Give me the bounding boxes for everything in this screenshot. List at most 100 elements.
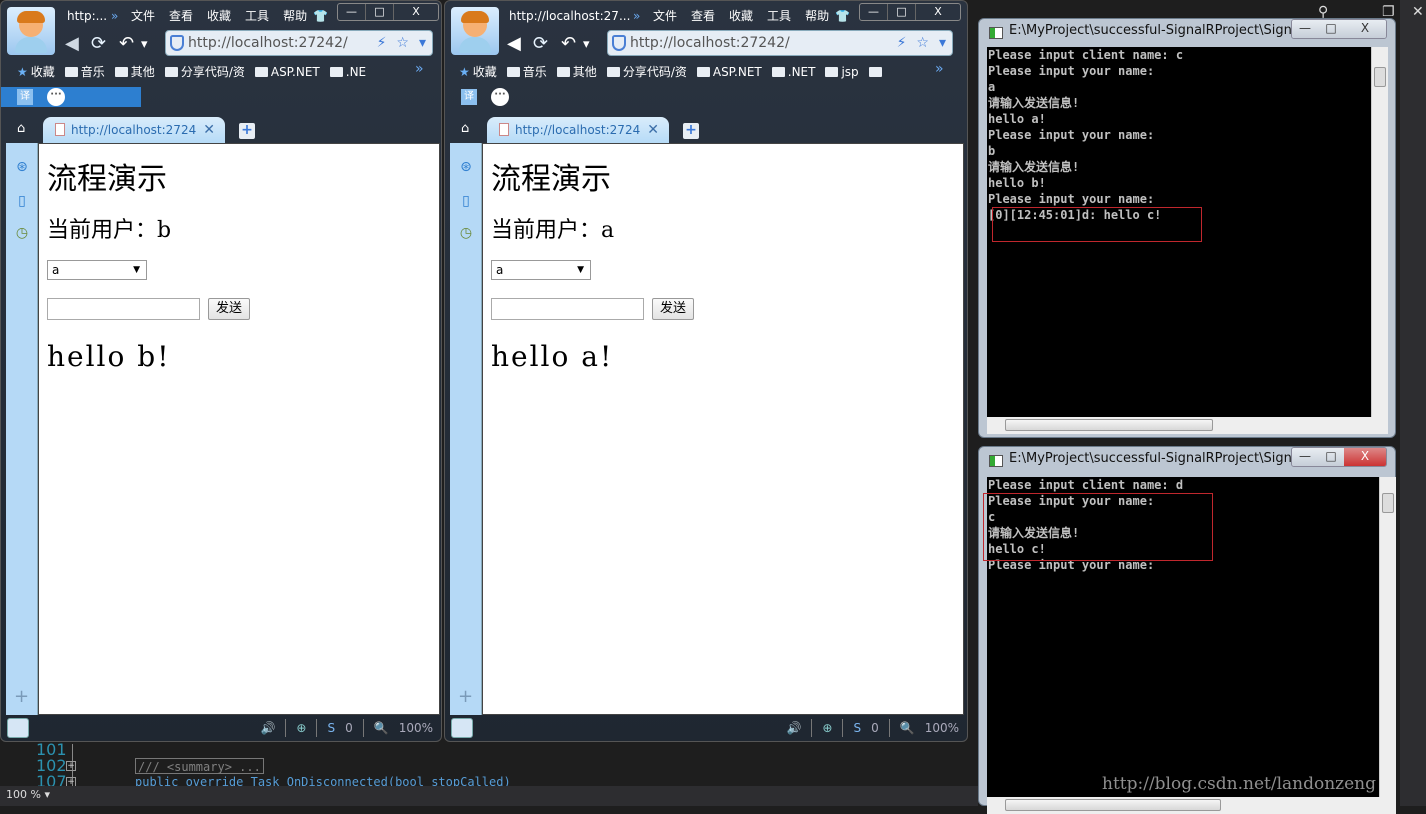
bookmark-folder[interactable]: 其他 [114,63,155,80]
new-tab-button[interactable]: + [683,123,699,139]
security-s-icon[interactable]: S [327,721,335,735]
more-icon[interactable]: ··· [47,88,65,106]
zoom-level[interactable]: 100% [925,721,959,735]
menu-favorites[interactable]: 收藏 [205,7,233,24]
collapsed-summary[interactable]: /// <summary> ... [135,758,264,774]
refresh-icon[interactable]: ⟳ [91,33,106,54]
minimize-button[interactable]: — [1292,20,1318,38]
bookmark-folder[interactable]: 分享代码/资 [164,63,245,80]
menu-favorites[interactable]: 收藏 [727,7,755,24]
star-icon[interactable]: ☆ [916,31,929,55]
send-button[interactable]: 发送 [652,298,694,320]
message-input[interactable] [491,298,644,320]
maximize-button[interactable]: □ [888,4,916,20]
user-avatar[interactable] [451,7,499,55]
recipient-select[interactable]: a ▼ [47,260,147,280]
bookmark-folder[interactable]: .NE [329,63,366,80]
address-bar[interactable]: http://localhost:27242/ ⚡ ☆ ▾ [607,30,953,56]
bookmark-folder[interactable]: ASP.NET [254,63,320,80]
back-icon[interactable]: ◀ [65,33,79,54]
zoom-level[interactable]: 100% [399,721,433,735]
menu-file[interactable]: 文件 [651,7,679,24]
url-text[interactable]: http://localhost:27242/ [188,35,348,51]
translate-icon[interactable]: 译 [461,89,477,105]
menu-view[interactable]: 查看 [689,7,717,24]
bookmark-folder[interactable]: ASP.NET [696,63,762,80]
mobile-icon[interactable]: ▯ [458,193,474,209]
menu-help[interactable]: 帮助 [803,7,831,24]
maximize-button[interactable]: □ [366,4,394,20]
tab-close-icon[interactable]: ✕ [203,117,215,143]
sidebar-toggle-icon[interactable] [7,718,29,738]
dropdown-icon[interactable]: ▾ [583,37,590,52]
vertical-scrollbar[interactable] [1371,47,1388,417]
add-icon[interactable]: + [458,686,473,707]
screenshot-icon[interactable]: ⊕ [296,721,306,735]
scroll-thumb[interactable] [1382,493,1394,513]
vertical-scrollbar[interactable] [1379,477,1396,797]
recipient-select[interactable]: a ▼ [491,260,591,280]
chevron-icon[interactable]: » [111,9,118,23]
dropdown-icon[interactable]: ▾ [141,37,148,52]
skin-icon[interactable]: 👕 [835,9,850,23]
url-text[interactable]: http://localhost:27242/ [630,35,790,51]
dropdown-icon[interactable]: ▾ [419,31,426,55]
favorites-icon[interactable]: ⊛ [14,159,30,175]
maximize-button[interactable]: □ [1318,20,1344,38]
menu-view[interactable]: 查看 [167,7,195,24]
chevron-icon[interactable]: » [633,9,640,23]
minimize-button[interactable]: — [860,4,888,20]
expand-icon[interactable]: + [66,761,76,771]
home-icon[interactable]: ⌂ [17,121,25,136]
bookmark-folder[interactable] [868,63,882,80]
horizontal-scrollbar[interactable] [987,417,1388,434]
speed-icon[interactable]: ⚡ [377,31,387,55]
favorites-icon[interactable]: ⊛ [458,159,474,175]
undo-icon[interactable]: ↶ [119,33,134,54]
history-clock-icon[interactable]: ◷ [458,225,474,241]
more-icon[interactable]: ··· [491,88,509,106]
bookmark-favorites[interactable]: ★ 收藏 [459,63,497,80]
new-tab-button[interactable]: + [239,123,255,139]
close-button[interactable]: X [1344,20,1386,38]
volume-icon[interactable]: 🔊 [786,721,801,735]
bookmark-folder[interactable]: jsp [825,63,859,80]
translate-icon[interactable]: 译 [17,89,33,105]
zoom-icon[interactable]: 🔍 [374,721,389,735]
scroll-thumb[interactable] [1005,799,1221,811]
close-button[interactable]: X [394,4,438,20]
bookmarks-more-icon[interactable]: » [935,61,944,77]
menu-file[interactable]: 文件 [129,7,157,24]
mobile-icon[interactable]: ▯ [14,193,30,209]
volume-icon[interactable]: 🔊 [260,721,275,735]
history-clock-icon[interactable]: ◷ [14,225,30,241]
minimize-button[interactable]: — [1292,448,1318,466]
message-input[interactable] [47,298,200,320]
send-button[interactable]: 发送 [208,298,250,320]
star-icon[interactable]: ☆ [396,31,409,55]
bookmark-folder[interactable]: 其他 [556,63,597,80]
ide-close-icon[interactable]: ✕ [1412,4,1424,20]
add-icon[interactable]: + [14,686,29,707]
browser-tab[interactable]: http://localhost:2724 ✕ [43,117,225,143]
address-bar[interactable]: http://localhost:27242/ ⚡ ☆ ▾ [165,30,433,56]
zoom-icon[interactable]: 🔍 [900,721,915,735]
speed-icon[interactable]: ⚡ [897,31,907,55]
menu-tools[interactable]: 工具 [765,7,793,24]
security-s-icon[interactable]: S [853,721,861,735]
bookmark-favorites[interactable]: ★ 收藏 [17,63,55,80]
close-button[interactable]: X [916,4,960,20]
menu-help[interactable]: 帮助 [281,7,309,24]
sidebar-toggle-icon[interactable] [451,718,473,738]
user-avatar[interactable] [7,7,55,55]
refresh-icon[interactable]: ⟳ [533,33,548,54]
bookmark-folder[interactable]: 音乐 [506,63,547,80]
ide-zoom-select[interactable]: 100 % ▾ [6,788,66,804]
bookmarks-more-icon[interactable]: » [415,61,424,77]
bookmark-folder[interactable]: 音乐 [64,63,105,80]
minimize-button[interactable]: — [338,4,366,20]
scroll-thumb[interactable] [1005,419,1213,431]
maximize-button[interactable]: □ [1318,448,1344,466]
screenshot-icon[interactable]: ⊕ [822,721,832,735]
dropdown-icon[interactable]: ▾ [939,31,946,55]
